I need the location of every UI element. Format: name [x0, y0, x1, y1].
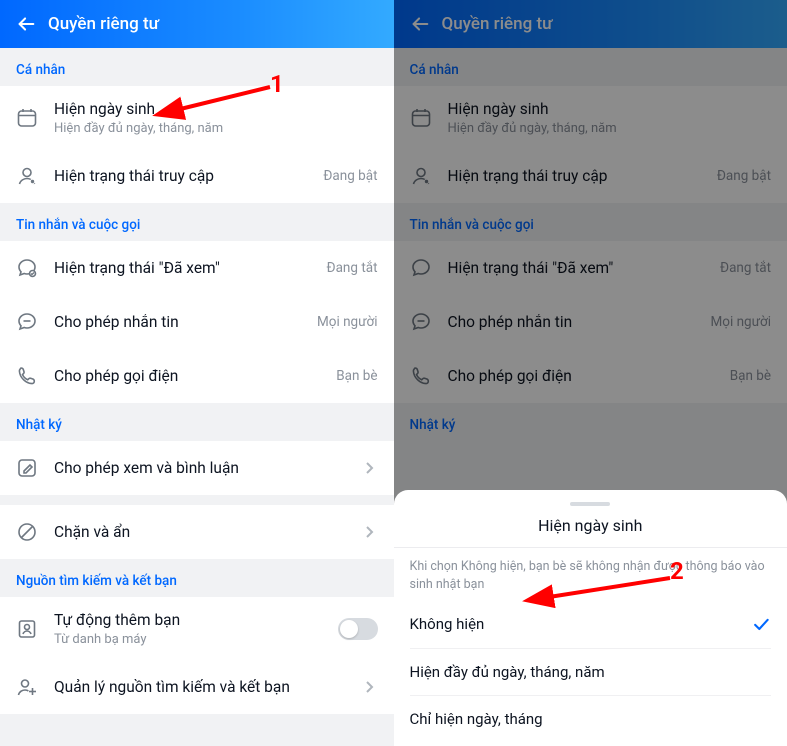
chevron-right-icon: [360, 459, 378, 477]
row-sub: Từ danh bạ máy: [54, 632, 338, 647]
section-sources: Nguồn tìm kiếm và kết bạn: [0, 559, 394, 597]
screen-left: Quyền riêng tư Cá nhân Hiện ngày sinh Hi…: [0, 0, 394, 746]
row-block-hide[interactable]: Chặn và ẩn: [0, 505, 394, 559]
row-auto-add-friend[interactable]: Tự động thêm bạn Từ danh bạ máy: [0, 597, 394, 660]
option-hide[interactable]: Không hiện: [394, 600, 787, 648]
sheet-handle[interactable]: [570, 502, 610, 506]
row-title: Cho phép gọi điện: [54, 366, 328, 386]
row-title: Quản lý nguồn tìm kiếm và kết bạn: [54, 677, 354, 697]
row-title: Hiện trạng thái truy cập: [54, 166, 315, 186]
chevron-right-icon: [360, 523, 378, 541]
option-label: Không hiện: [410, 615, 485, 633]
arrow-left-icon: [15, 13, 37, 35]
option-label: Chỉ hiện ngày, tháng: [410, 710, 543, 728]
section-personal: Cá nhân: [0, 48, 394, 86]
back-button[interactable]: [8, 6, 44, 42]
row-view-comment[interactable]: Cho phép xem và bình luận: [0, 441, 394, 495]
chat-check-icon: [14, 255, 40, 281]
row-manage-sources[interactable]: Quản lý nguồn tìm kiếm và kết bạn: [0, 660, 394, 714]
sheet-title: Hiện ngày sinh: [394, 516, 787, 548]
row-title: Hiện trạng thái "Đã xem": [54, 258, 319, 278]
chat-icon: [14, 309, 40, 335]
row-value: Bạn bè: [336, 368, 377, 384]
app-header: Quyền riêng tư: [0, 0, 394, 48]
row-value: Đang tắt: [327, 260, 378, 276]
section-diary: Nhật ký: [0, 403, 394, 441]
toggle-auto-add[interactable]: [338, 618, 378, 640]
row-value: Đang bật: [323, 168, 377, 184]
row-title: Cho phép xem và bình luận: [54, 458, 354, 478]
row-sub: Hiện đầy đủ ngày, tháng, năm: [54, 121, 378, 136]
row-title: Hiện ngày sinh: [54, 99, 378, 119]
row-title: Tự động thêm bạn: [54, 610, 338, 630]
section-messages: Tin nhắn và cuộc gọi: [0, 203, 394, 241]
row-seen-status[interactable]: Hiện trạng thái "Đã xem" Đang tắt: [0, 241, 394, 295]
calendar-icon: [14, 105, 40, 131]
row-allow-message[interactable]: Cho phép nhắn tin Mọi người: [0, 295, 394, 349]
page-title: Quyền riêng tư: [48, 14, 159, 34]
block-icon: [14, 519, 40, 545]
screen-right: Quyền riêng tư Cá nhân Hiện ngày sinh Hi…: [394, 0, 787, 746]
sheet-description: Khi chọn Không hiện, bạn bè sẽ không nhậ…: [394, 548, 787, 600]
row-value: Mọi người: [317, 314, 378, 330]
contact-icon: [14, 616, 40, 642]
option-day-month[interactable]: Chỉ hiện ngày, tháng: [394, 696, 787, 742]
row-title: Cho phép nhắn tin: [54, 312, 309, 332]
row-birthday[interactable]: Hiện ngày sinh Hiện đầy đủ ngày, tháng, …: [0, 86, 394, 149]
option-label: Hiện đầy đủ ngày, tháng, năm: [410, 663, 605, 681]
birthday-sheet: Hiện ngày sinh Khi chọn Không hiện, bạn …: [394, 490, 787, 746]
phone-icon: [14, 363, 40, 389]
chevron-right-icon: [360, 678, 378, 696]
option-full[interactable]: Hiện đầy đủ ngày, tháng, năm: [394, 649, 787, 695]
row-online-status[interactable]: Hiện trạng thái truy cập Đang bật: [0, 149, 394, 203]
check-icon: [751, 614, 771, 634]
row-allow-call[interactable]: Cho phép gọi điện Bạn bè: [0, 349, 394, 403]
row-title: Chặn và ẩn: [54, 522, 354, 542]
person-status-icon: [14, 163, 40, 189]
edit-icon: [14, 455, 40, 481]
person-add-icon: [14, 674, 40, 700]
